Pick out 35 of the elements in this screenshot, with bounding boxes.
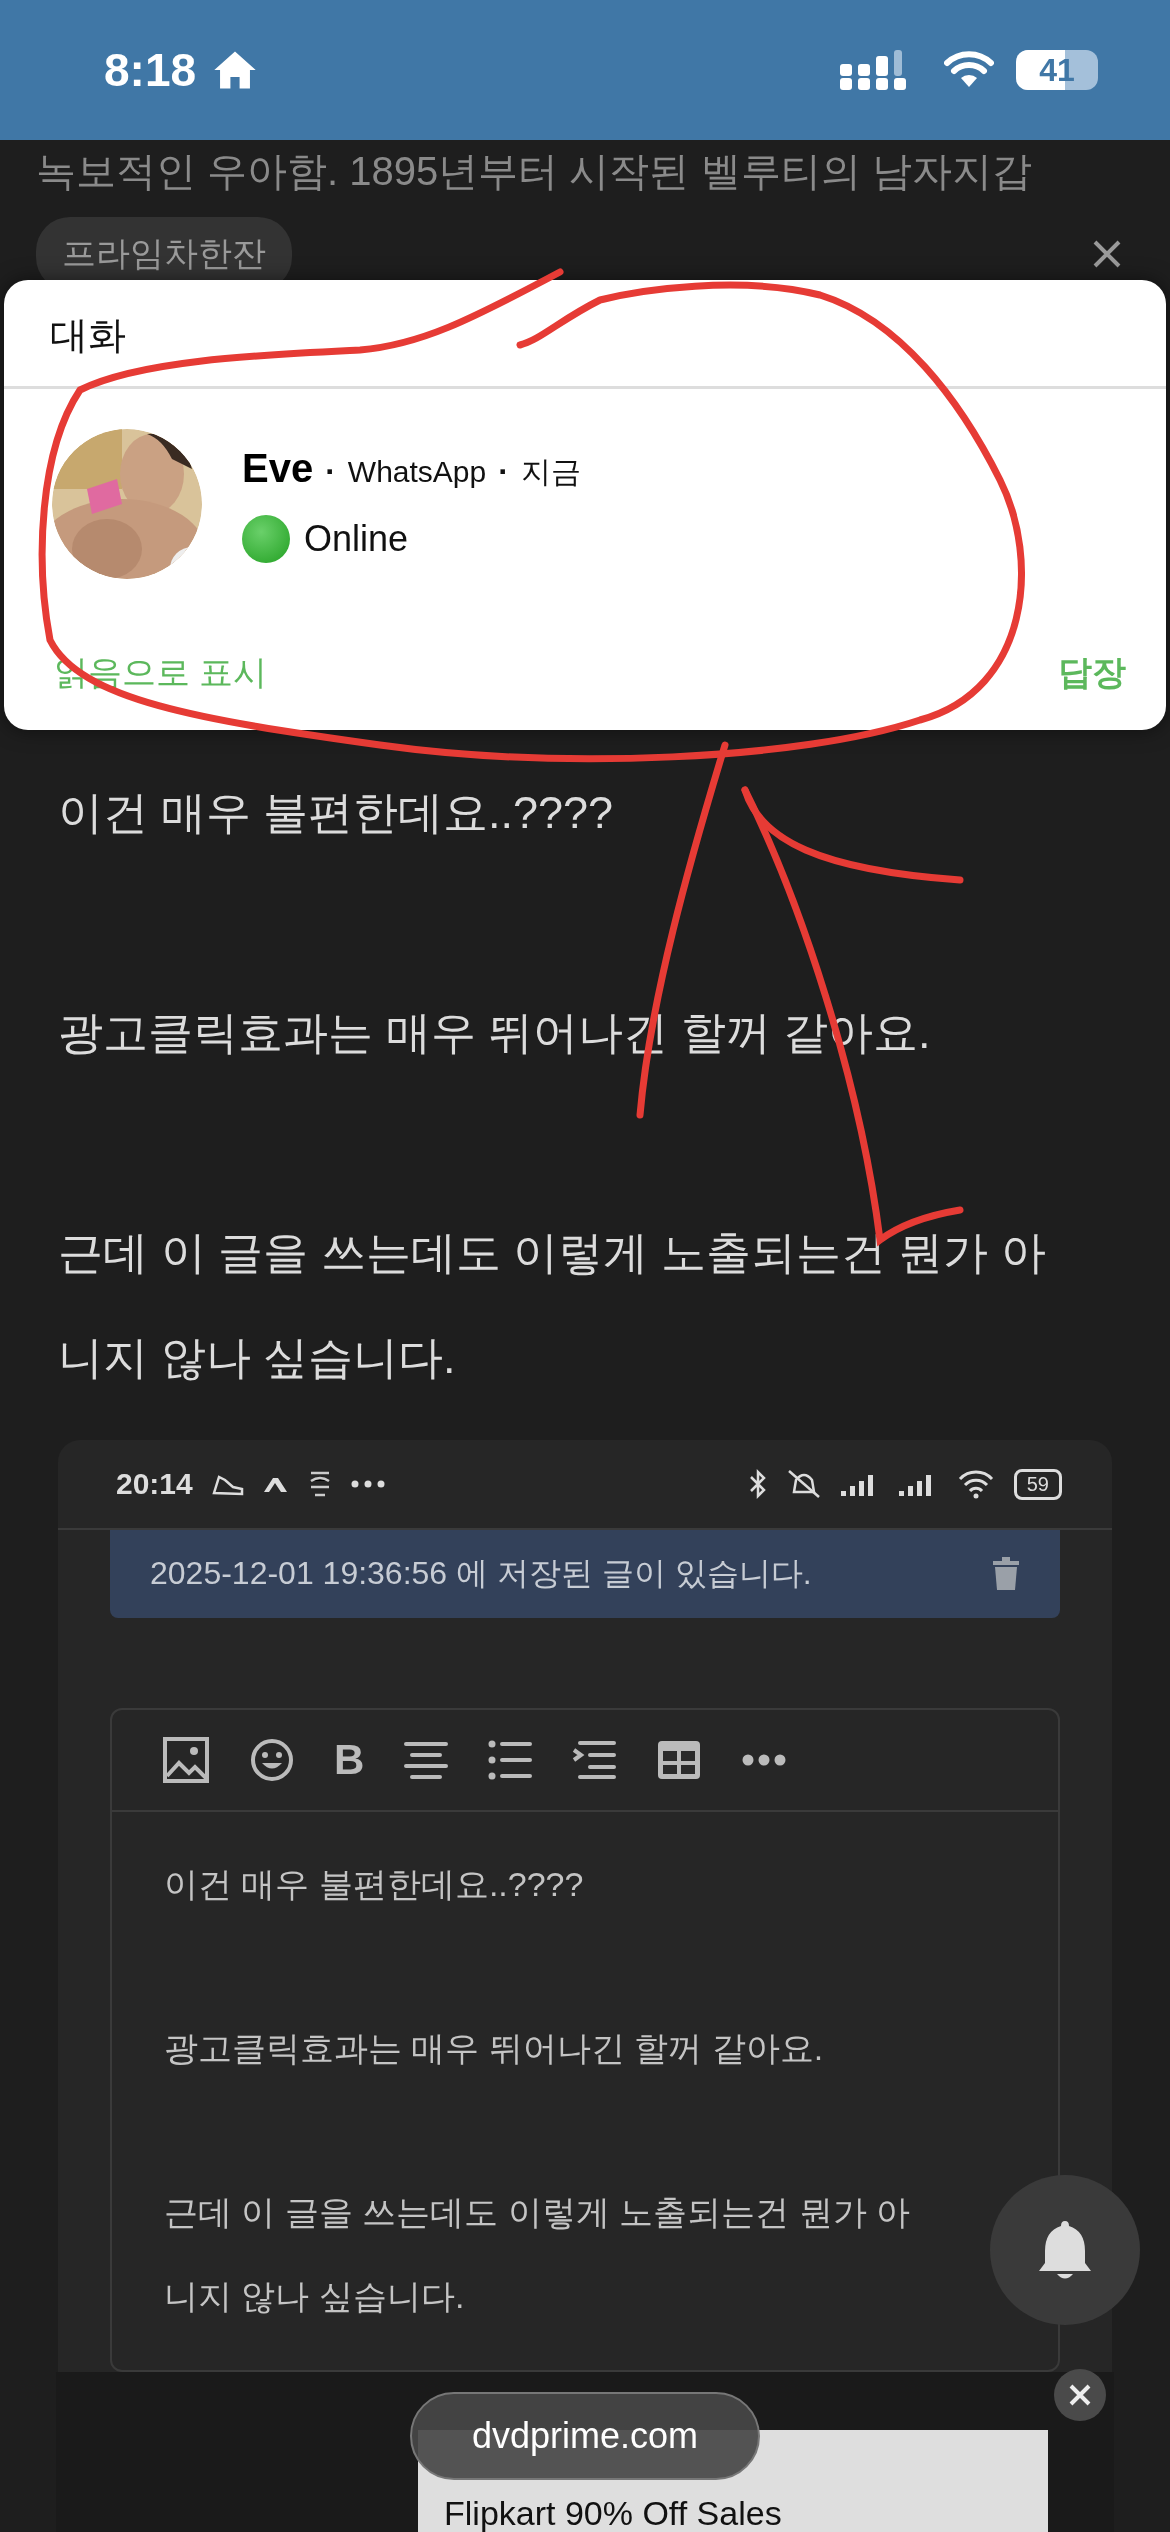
post-paragraph: 이건 매우 불편한데요..????: [58, 786, 615, 840]
table-icon[interactable]: [656, 1739, 703, 1781]
post-paragraph: 근데 이 글을 쓰는데도 이렇게 노출되는건 뭔가 아 니지 않나 싶습니다.: [58, 1226, 1047, 1385]
separator: ·: [498, 452, 509, 490]
more-icon[interactable]: [742, 1754, 787, 1766]
status-time: 20:14: [116, 1467, 193, 1501]
battery-indicator: 41: [1016, 50, 1098, 90]
bullet-list-icon[interactable]: [488, 1740, 533, 1780]
more-icon: [350, 1480, 385, 1488]
status-time: 8:18: [104, 43, 197, 97]
notification-title: 대화: [4, 280, 1166, 389]
separator: ·: [325, 452, 336, 490]
article-snippet: 녹보적인 우아함. 1895년부터 시작된 벨루티의 남자지갑: [36, 148, 1033, 195]
bluetooth-icon: [747, 1468, 768, 1500]
close-icon[interactable]: [1092, 239, 1122, 269]
bold-button[interactable]: B: [334, 1736, 365, 1784]
wifi-icon: [944, 51, 994, 89]
indent-icon[interactable]: [572, 1740, 617, 1780]
bell-icon: [1037, 2219, 1093, 2281]
editor-paragraph: 근데 이 글을 쓰는데도 이렇게 노출되는건 뭔가 아 니지 않나 싶습니다.: [164, 2192, 912, 2317]
align-center-icon[interactable]: [404, 1740, 449, 1780]
app-name: WhatsApp: [347, 454, 487, 489]
status-text: Online: [304, 517, 409, 560]
battery-indicator: 59: [1013, 1468, 1062, 1500]
sender-name: Eve: [242, 445, 314, 491]
emoji-icon[interactable]: [250, 1738, 294, 1782]
draft-message: 2025-12-01 19:36:56 에 저장된 글이 있습니다.: [150, 1554, 812, 1593]
image-icon[interactable]: [162, 1736, 210, 1784]
url-pill[interactable]: dvdprime.com: [410, 2392, 760, 2480]
editor-paragraph: 이건 매우 불편한데요..????: [164, 1864, 585, 1905]
trash-icon[interactable]: [992, 1557, 1020, 1591]
close-icon[interactable]: [1053, 2368, 1107, 2422]
status-dot-icon: [242, 514, 290, 563]
notification-time: 지금: [520, 453, 581, 490]
editor-paragraph: 광고클릭효과는 매우 뛰어나긴 할꺼 같아요.: [164, 2028, 825, 2069]
